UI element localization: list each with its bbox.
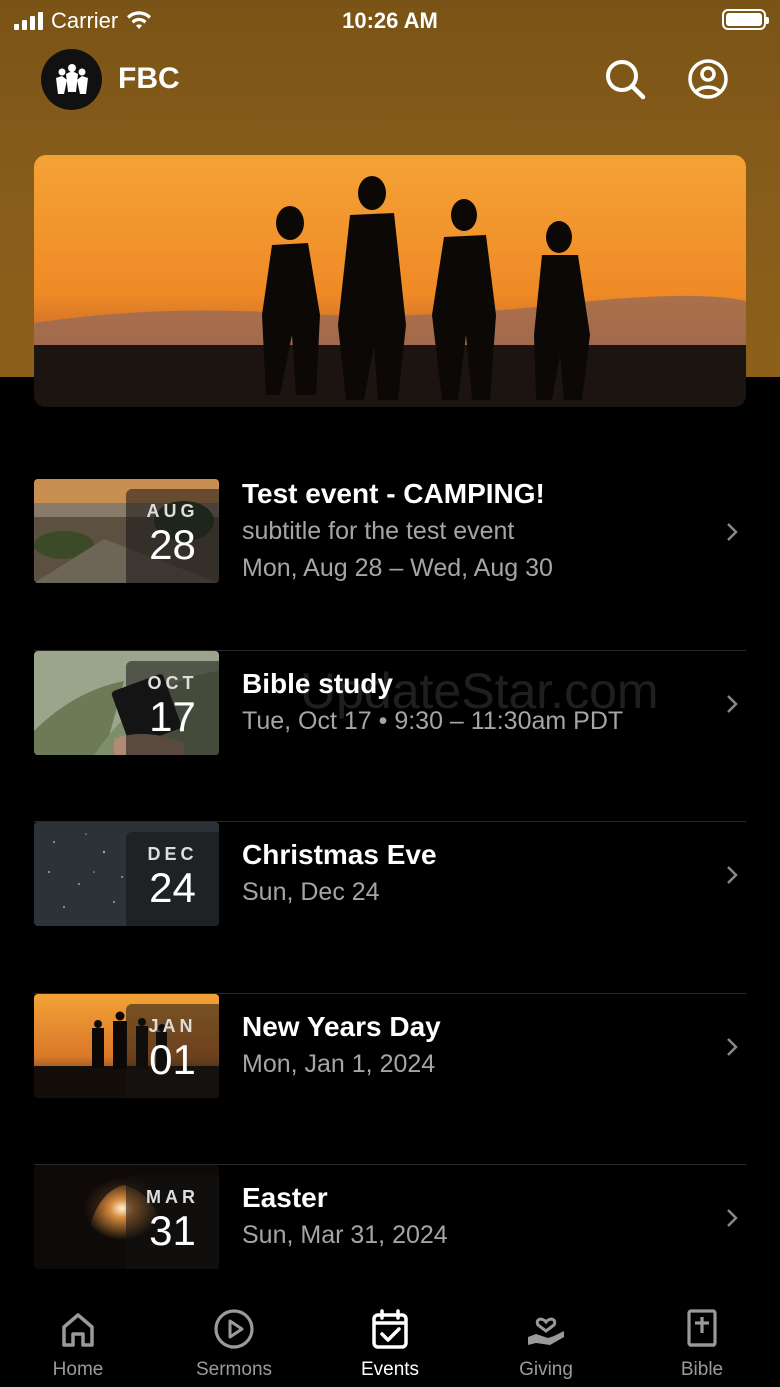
tab-events[interactable]: Events (312, 1307, 468, 1381)
giving-hand-icon (528, 1317, 564, 1345)
bible-icon (687, 1309, 717, 1347)
tab-bible[interactable]: Bible (624, 1307, 780, 1381)
event-subtitle: subtitle for the test event (242, 517, 515, 545)
date-badge: OCT 17 (126, 660, 219, 755)
event-title: Christmas Eve (242, 839, 437, 870)
tab-label: Bible (680, 1359, 724, 1380)
event-date: Tue, Oct 17 • 9:30 – 11:30am PDT (242, 706, 624, 735)
calendar-check-icon (372, 1309, 408, 1349)
tab-sermons[interactable]: Sermons (156, 1307, 312, 1381)
event-date: Sun, Mar 31, 2024 (242, 1221, 448, 1249)
tab-bar: Home Sermons Events Giving Bible (0, 1287, 780, 1387)
date-month: DEC (147, 844, 198, 864)
event-title: Test event - CAMPING! (242, 478, 545, 509)
date-day: 31 (149, 1207, 196, 1254)
app-title: FBC (118, 62, 180, 95)
date-day: 24 (149, 864, 196, 911)
event-row[interactable]: AUG 28 Test event - CAMPING! subtitle fo… (34, 479, 746, 651)
chevron-right-icon (727, 1209, 738, 1227)
chevron-right-icon (727, 1037, 738, 1056)
date-month: MAR (146, 1187, 199, 1207)
battery-icon (722, 9, 769, 30)
event-title: Bible study (242, 667, 393, 699)
date-badge: JAN 01 (126, 1003, 219, 1098)
home-icon (62, 1313, 94, 1347)
status-bar: Carrier 10:26 AM (0, 0, 780, 40)
event-date: Mon, Aug 28 – Wed, Aug 30 (242, 554, 553, 582)
event-row[interactable]: JAN 01 New Years Day Mon, Jan 1, 2024 (34, 993, 746, 1165)
play-icon (214, 1309, 254, 1349)
tab-giving[interactable]: Giving (468, 1307, 624, 1381)
tab-label: Events (360, 1359, 420, 1380)
event-date: Sun, Dec 24 (242, 878, 380, 906)
search-icon[interactable] (604, 58, 646, 100)
date-month: JAN (148, 1015, 197, 1036)
chevron-right-icon (727, 523, 738, 541)
app-header: FBC (0, 40, 780, 120)
date-month: OCT (147, 672, 198, 693)
church-logo-icon[interactable] (41, 49, 102, 110)
date-badge: DEC 24 (126, 832, 219, 926)
event-list: AUG 28 Test event - CAMPING! subtitle fo… (34, 479, 746, 1337)
date-day: 28 (149, 521, 196, 568)
tab-home[interactable]: Home (0, 1307, 156, 1381)
date-badge: AUG 28 (126, 489, 219, 583)
chevron-right-icon (727, 694, 738, 713)
tab-label: Home (52, 1359, 104, 1380)
status-time: 10:26 AM (342, 8, 438, 33)
hero-banner-image (34, 155, 746, 407)
event-title: Easter (242, 1182, 328, 1213)
event-row[interactable]: DEC 24 Christmas Eve Sun, Dec 24 (34, 822, 746, 994)
tab-label: Giving (519, 1359, 573, 1380)
date-day: 17 (149, 692, 196, 740)
profile-icon[interactable] (687, 58, 729, 100)
tab-label: Sermons (195, 1359, 273, 1380)
date-badge: MAR 31 (126, 1175, 219, 1269)
date-month: AUG (146, 501, 199, 521)
event-row[interactable]: OCT 17 Bible study Tue, Oct 17 • 9:30 – … (34, 650, 746, 822)
event-title: New Years Day (242, 1010, 441, 1042)
event-date: Mon, Jan 1, 2024 (242, 1049, 436, 1078)
date-day: 01 (149, 1035, 196, 1083)
chevron-right-icon (727, 866, 738, 884)
